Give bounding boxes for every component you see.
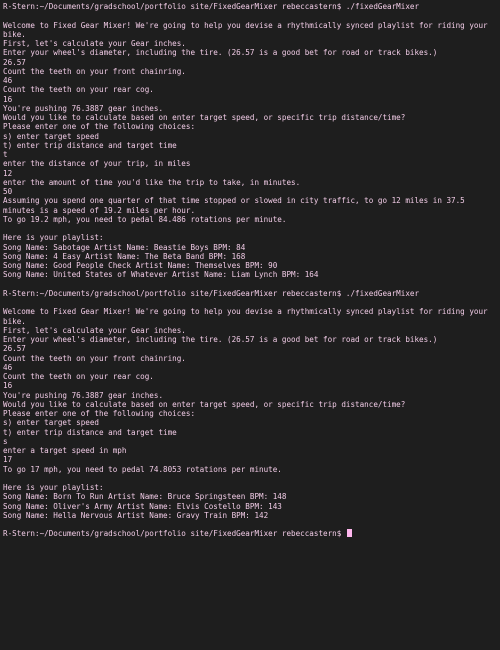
terminal-line: Enter your wheel's diameter, including t… <box>3 335 438 344</box>
terminal-line: Welcome to Fixed Gear Mixer! We're going… <box>3 20 493 39</box>
terminal-line: To go 19.2 mph, you need to pedal 84.486… <box>3 214 287 224</box>
terminal-line: t <box>3 150 8 159</box>
terminal-line: s <box>3 436 8 446</box>
terminal-line: Here is your playlist: <box>3 233 104 243</box>
terminal-line: Welcome to Fixed Gear Mixer! We're going… <box>3 307 493 326</box>
terminal-line: Song Name: Good People Check Artist Name… <box>3 261 278 270</box>
terminal-line: Song Name: Sabotage Artist Name: Beastie… <box>3 242 246 252</box>
current-prompt-line[interactable]: R-Stern:~/Documents/gradschool/portfolio… <box>3 529 496 538</box>
terminal-line: 16 <box>3 381 13 391</box>
terminal-line: Count the teeth on your front chainring. <box>3 66 186 76</box>
terminal-line: Here is your playlist: <box>3 483 104 492</box>
terminal-line: Count the teeth on your front chainring. <box>3 353 186 363</box>
terminal-line: Song Name: Hella Nervous Artist Name: Gr… <box>3 510 269 520</box>
terminal-line: 26.57 <box>3 57 26 67</box>
terminal-line: Song Name: United States of Whatever Art… <box>3 270 319 280</box>
terminal-output: R-Stern:~/Documents/gradschool/portfolio… <box>3 2 496 529</box>
terminal-line: 12 <box>3 168 13 178</box>
terminal-line: Please enter one of the following choice… <box>3 409 196 418</box>
terminal-line: 26.57 <box>3 344 26 354</box>
terminal-line: enter a target speed in mph <box>3 446 127 455</box>
terminal-line: 46 <box>3 362 13 372</box>
terminal-line: Please enter one of the following choice… <box>3 122 196 132</box>
terminal-line: Count the teeth on your rear cog. <box>3 372 154 381</box>
terminal-line: Count the teeth on your rear cog. <box>3 85 154 95</box>
terminal-line: R-Stern:~/Documents/gradschool/portfolio… <box>3 288 420 298</box>
terminal-line: 16 <box>3 94 13 104</box>
terminal-line: 17 <box>3 455 13 465</box>
terminal-line: Would you like to calculate based on ent… <box>3 113 406 122</box>
terminal-line: 46 <box>3 76 13 85</box>
terminal-line: Would you like to calculate based on ent… <box>3 399 406 409</box>
terminal-line: You're pushing 76.3887 gear inches. <box>3 103 164 113</box>
terminal-line: First, let's calculate your Gear inches. <box>3 325 186 335</box>
terminal-line: To go 17 mph, you need to pedal 74.8053 … <box>3 464 282 474</box>
terminal-line: enter the amount of time you'd like the … <box>3 177 301 187</box>
text-cursor <box>346 529 352 538</box>
terminal-line: Song Name: Born To Run Artist Name: Bruc… <box>3 492 287 502</box>
terminal-line: t) enter trip distance and target time <box>3 427 177 437</box>
terminal-line: You're pushing 76.3887 gear inches. <box>3 390 164 400</box>
terminal-line: Song Name: 4 Easy Artist Name: The Beta … <box>3 251 246 261</box>
terminal-line: Assuming you spend one quarter of that t… <box>3 196 470 215</box>
terminal-line: enter the distance of your trip, in mile… <box>3 159 191 169</box>
terminal-line: s) enter target speed <box>3 418 100 428</box>
terminal-line: t) enter trip distance and target time <box>3 140 177 150</box>
terminal-line: R-Stern:~/Documents/gradschool/portfolio… <box>3 2 420 11</box>
shell-prompt: R-Stern:~/Documents/gradschool/portfolio… <box>3 529 346 539</box>
terminal-window[interactable]: R-Stern:~/Documents/gradschool/portfolio… <box>0 0 500 650</box>
terminal-line: s) enter target speed <box>3 131 100 141</box>
terminal-line: Song Name: Oliver's Army Artist Name: El… <box>3 501 282 511</box>
terminal-line: Enter your wheel's diameter, including t… <box>3 48 438 58</box>
terminal-line: First, let's calculate your Gear inches. <box>3 39 186 48</box>
terminal-line: 50 <box>3 187 13 196</box>
